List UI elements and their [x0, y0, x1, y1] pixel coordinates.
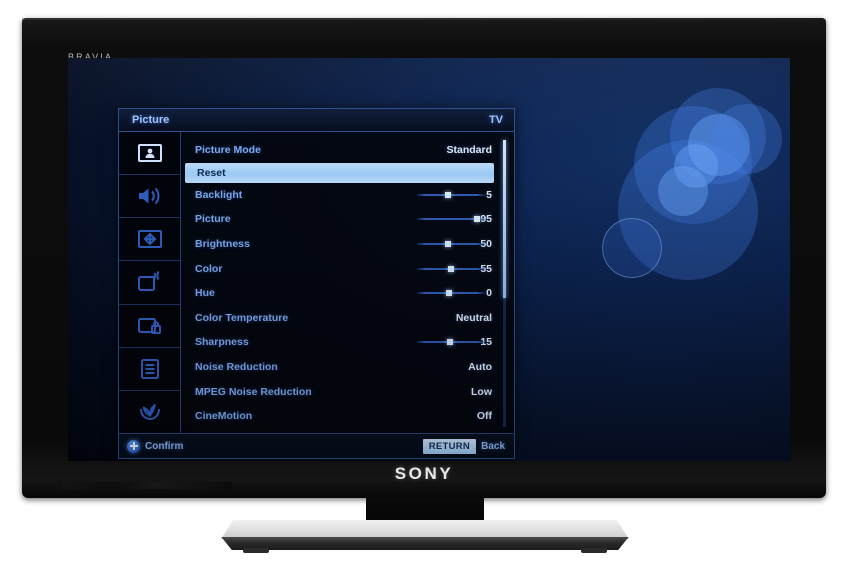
- setting-label: Backlight: [195, 188, 243, 201]
- sidebar-item-sound-settings[interactable]: [119, 175, 180, 219]
- setting-slider[interactable]: [417, 214, 485, 224]
- decorative-bubble-8: [712, 104, 782, 174]
- slider-thumb[interactable]: [473, 216, 480, 223]
- decorative-bubble-6: [658, 166, 708, 216]
- setting-value: Low: [471, 385, 492, 398]
- decorative-bubble-1: [634, 106, 752, 224]
- decorative-bubble-2: [670, 88, 766, 184]
- slider-thumb[interactable]: [445, 241, 452, 248]
- setting-row[interactable]: Reset: [185, 162, 494, 183]
- setting-value: Standard: [446, 144, 492, 157]
- stand-front-face: [221, 537, 629, 550]
- setting-row[interactable]: CineMotion Off: [181, 404, 498, 429]
- sony-logo: SONY: [394, 464, 454, 483]
- osd-category-sidebar: [119, 132, 181, 433]
- decorative-bubble-7: [602, 218, 662, 278]
- setting-row[interactable]: MPEG Noise Reduction Low: [181, 379, 498, 404]
- sidebar-item-channel-settings[interactable]: [119, 261, 180, 305]
- sidebar-item-parental-lock-settings[interactable]: [119, 305, 180, 348]
- osd-scrollbar-thumb[interactable]: [503, 140, 506, 298]
- stand-top-surface: [221, 520, 629, 539]
- slider-thumb[interactable]: [448, 265, 454, 272]
- stand-foot-left: [243, 548, 269, 553]
- osd-settings-panel: Picture Mode Standard Reset Backlight 5 Pictu…: [181, 132, 514, 433]
- setting-value: Auto: [468, 361, 492, 374]
- setting-label: Picture Mode: [195, 144, 261, 157]
- setting-row[interactable]: Picture 95: [181, 207, 498, 232]
- setting-label: CineMotion: [195, 410, 253, 423]
- eco-leaf-icon: [137, 401, 163, 423]
- setting-row[interactable]: Noise Reduction Auto: [181, 355, 498, 380]
- sidebar-item-setup-settings[interactable]: [119, 348, 180, 391]
- dpad-icon: [127, 439, 140, 453]
- screen-grid-icon: [137, 229, 163, 249]
- osd-scrollbar[interactable]: [503, 140, 506, 427]
- setting-label: Color Temperature: [195, 311, 289, 324]
- back-label: Back: [481, 440, 505, 452]
- setting-label: Hue: [195, 287, 215, 300]
- decorative-bubble-5: [674, 144, 718, 188]
- setting-row[interactable]: Color 55: [181, 256, 498, 281]
- decorative-bubble-3: [618, 140, 758, 280]
- setting-row[interactable]: Sharpness 15: [181, 330, 498, 355]
- sidebar-item-screen-settings[interactable]: [119, 218, 180, 262]
- setting-label: Sharpness: [195, 336, 249, 349]
- picture-icon: [137, 143, 163, 163]
- setting-label: Color: [195, 262, 223, 275]
- tv-stand-base: [215, 520, 635, 553]
- slider-thumb[interactable]: [444, 191, 451, 198]
- osd-title-bar: Picture TV: [119, 109, 514, 132]
- speaker-icon: [136, 185, 164, 207]
- back-hint[interactable]: RETURN Back: [422, 438, 505, 454]
- confirm-label: Confirm: [145, 440, 184, 452]
- setting-value: Off: [476, 410, 492, 423]
- decorative-bubble-4: [688, 114, 750, 176]
- setting-slider[interactable]: [417, 190, 485, 200]
- setting-row[interactable]: Hue 0: [181, 281, 498, 306]
- setting-row[interactable]: Color Temperature Neutral: [181, 306, 498, 331]
- osd-title: Picture: [132, 114, 170, 126]
- slider-track: [417, 193, 485, 196]
- osd-footer-bar: Confirm RETURN Back: [119, 433, 514, 458]
- slider-thumb[interactable]: [447, 339, 454, 346]
- setting-slider[interactable]: [417, 264, 485, 274]
- slider-thumb[interactable]: [445, 290, 452, 297]
- setting-label: Reset: [197, 166, 226, 179]
- setting-label: Picture: [195, 213, 231, 226]
- setting-value: Neutral: [455, 311, 492, 324]
- tv-lock-icon: [137, 315, 163, 337]
- setting-row[interactable]: Brightness 50: [181, 232, 498, 257]
- television-set: BRAVIA Picture TV Picture Mode Standard Re…: [22, 18, 826, 498]
- setting-slider[interactable]: [417, 288, 485, 298]
- setting-slider[interactable]: [417, 337, 485, 347]
- osd-source-label: TV: [488, 114, 503, 126]
- osd-menu: Picture TV Picture Mode Standard Reset Back…: [118, 108, 515, 459]
- confirm-hint[interactable]: Confirm: [127, 439, 184, 453]
- tv-signal-icon: [137, 271, 163, 293]
- setting-row[interactable]: Picture Mode Standard: [181, 138, 498, 163]
- stand-foot-right: [581, 548, 607, 553]
- osd-settings-list: Picture Mode Standard Reset Backlight 5 Pictu…: [181, 138, 514, 433]
- setting-row[interactable]: Backlight 5: [181, 183, 498, 208]
- setting-label: Noise Reduction: [195, 361, 278, 374]
- setting-label: Brightness: [195, 238, 250, 251]
- setup-list-icon: [139, 358, 161, 380]
- setting-label: MPEG Noise Reduction: [195, 385, 312, 398]
- osd-body: Picture Mode Standard Reset Backlight 5 Pictu…: [119, 132, 514, 433]
- sidebar-item-picture-settings[interactable]: [119, 132, 180, 176]
- sidebar-item-eco-settings[interactable]: [119, 391, 180, 433]
- tv-screen: Picture TV Picture Mode Standard Reset Back…: [68, 58, 790, 461]
- setting-slider[interactable]: [417, 239, 485, 249]
- return-button-badge[interactable]: RETURN: [422, 438, 477, 454]
